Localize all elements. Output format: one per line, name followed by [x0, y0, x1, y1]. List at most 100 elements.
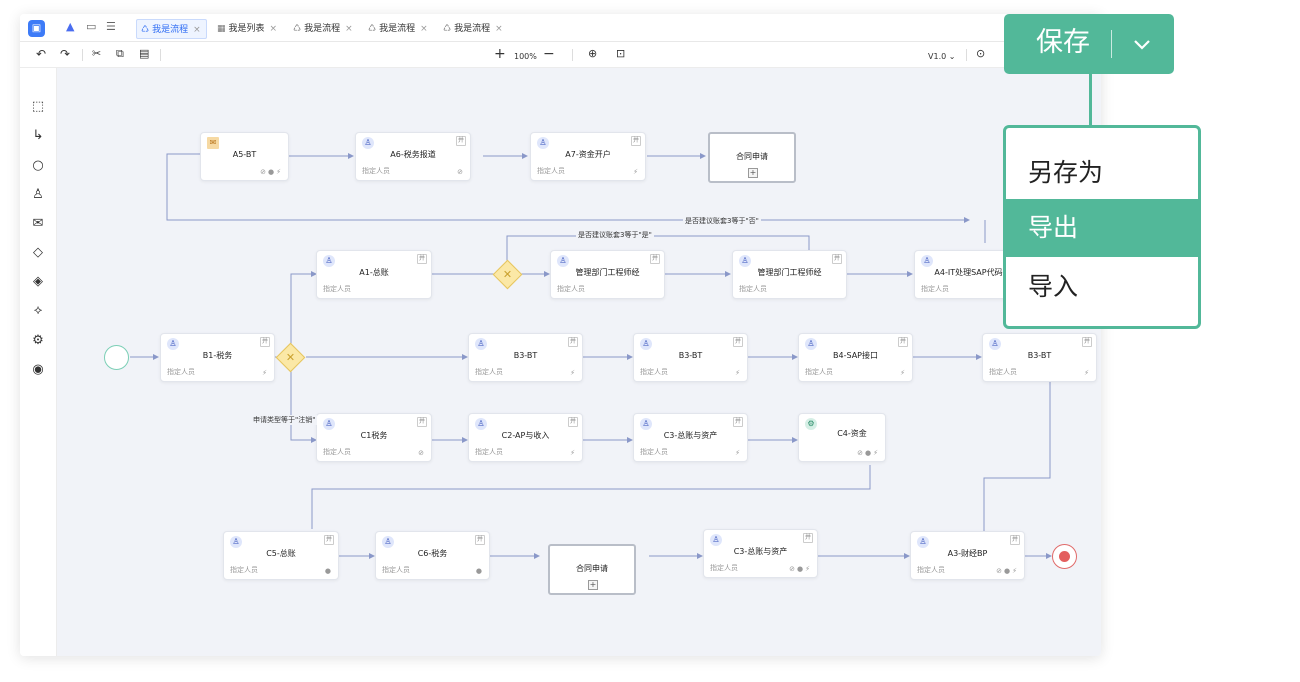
tab-flow-3[interactable]: ♺ 我是流程 ×	[364, 19, 434, 39]
tab-flow-2[interactable]: ♺ 我是流程 ×	[289, 19, 359, 39]
close-icon[interactable]: ×	[420, 24, 428, 34]
node-action-icons[interactable]: ⚡	[262, 369, 269, 377]
node-action-icons[interactable]: ⊘	[418, 449, 426, 457]
undo-icon[interactable]: ↶	[36, 47, 46, 61]
node-action-icons[interactable]: ⚡	[633, 168, 640, 176]
task-node-b1[interactable]: ♙ 并 B1-税务 指定人员 ⚡	[160, 333, 275, 382]
node-assignee: 指定人员	[917, 566, 945, 574]
start-event[interactable]	[104, 345, 129, 370]
task-node-a5[interactable]: ✉ A5-BT ⊘●⚡	[200, 132, 289, 181]
task-node-a3[interactable]: ♙ 并 A3-财经BP 指定人员 ⊘●⚡	[910, 531, 1025, 580]
paste-icon[interactable]: ▤	[139, 47, 149, 61]
task-node-a1[interactable]: ♙ 并 A1-总账 指定人员	[316, 250, 432, 299]
fit-screen-icon[interactable]: ⊡	[616, 47, 625, 61]
node-assignee: 指定人员	[989, 368, 1017, 376]
node-title: A5-BT	[232, 150, 257, 159]
task-node-b4[interactable]: ♙ 并 B4-SAP接口 指定人员 ⚡	[798, 333, 913, 382]
user-task-icon[interactable]: ♙	[29, 186, 47, 204]
node-action-icons[interactable]: ⚡	[1084, 369, 1091, 377]
end-event-icon[interactable]: ◉	[29, 361, 47, 379]
parallel-badge: 并	[416, 417, 427, 427]
zoom-in-icon[interactable]: +	[494, 47, 506, 61]
user-icon: ♙	[362, 137, 374, 149]
version-select[interactable]: V1.0 ⌄	[928, 50, 955, 64]
task-node-b3-c[interactable]: ♙ 并 B3-BT 指定人员 ⚡	[982, 333, 1097, 382]
node-assignee: 指定人员	[475, 448, 503, 456]
circle-tool-icon[interactable]: ○	[29, 157, 47, 175]
node-action-icons[interactable]: ●	[476, 567, 484, 575]
task-node-a7[interactable]: ♙ 并 A7-资金开户 指定人员 ⚡	[530, 132, 646, 181]
menu-item-export[interactable]: 导出	[1006, 199, 1198, 257]
cut-icon[interactable]: ✂	[92, 47, 101, 61]
task-node-c2[interactable]: ♙ 并 C2-AP与收入 指定人员 ⚡	[468, 413, 583, 462]
close-icon[interactable]: ×	[193, 25, 201, 35]
preview-icon[interactable]: ⊙	[976, 47, 985, 61]
close-icon[interactable]: ×	[345, 24, 353, 34]
node-action-icons[interactable]: ⚡	[570, 449, 577, 457]
node-action-icons[interactable]: ⊘●⚡	[789, 565, 812, 573]
connector-tool-icon[interactable]: ↳	[29, 127, 47, 145]
node-assignee: 指定人员	[323, 285, 351, 293]
menu-item-save-as[interactable]: 另存为	[1006, 144, 1198, 202]
user-icon: ♙	[230, 536, 242, 548]
task-node-c1[interactable]: ♙ 并 C1税务 指定人员 ⊘	[316, 413, 432, 462]
tab-list[interactable]: ▦ 我是列表 ×	[213, 19, 283, 39]
user-icon: ♙	[805, 338, 817, 350]
chevron-down-icon[interactable]	[1130, 32, 1154, 56]
rocket-icon[interactable]: ▲	[66, 21, 74, 33]
node-action-icons[interactable]: ●	[325, 567, 333, 575]
exclusive-gateway-icon[interactable]: ⟡	[29, 302, 47, 320]
close-icon[interactable]: ×	[270, 24, 278, 34]
select-tool-icon[interactable]: ⬚	[29, 98, 47, 116]
task-node-c5[interactable]: ♙ 并 C5-总账 指定人员 ●	[223, 531, 339, 580]
flow-canvas[interactable]: ✉ A5-BT ⊘●⚡ ♙ 并 A6-税务报道 指定人员 ⊘ ♙ 并 A7-资金…	[57, 68, 1101, 656]
folder-icon[interactable]: ▭	[86, 21, 96, 33]
locate-icon[interactable]: ⊕	[588, 47, 597, 61]
copy-icon[interactable]: ⧉	[116, 47, 124, 61]
end-event[interactable]	[1052, 544, 1077, 569]
parallel-badge: 并	[897, 337, 908, 347]
task-node-c6[interactable]: ♙ 并 C6-税务 指定人员 ●	[375, 531, 490, 580]
node-title: 管理部门工程师经	[757, 268, 822, 277]
task-node-manager-2[interactable]: ♙ 并 管理部门工程师经 指定人员	[732, 250, 847, 299]
task-node-a4[interactable]: ♙ A4-IT处理SAP代码 指定人员	[914, 250, 1009, 299]
version-label: V1.0	[928, 52, 947, 61]
node-action-icons[interactable]: ⊘●⚡	[996, 567, 1019, 575]
node-action-icons[interactable]: ⚡	[735, 369, 742, 377]
node-action-icons[interactable]: ⚡	[570, 369, 577, 377]
task-node-b3-a[interactable]: ♙ 并 B3-BT 指定人员 ⚡	[468, 333, 583, 382]
task-node-b3-b[interactable]: ♙ 并 B3-BT 指定人员 ⚡	[633, 333, 748, 382]
task-node-c4[interactable]: ⚙ C4-资金 ⊘●⚡	[798, 413, 886, 462]
node-assignee: 指定人员	[805, 368, 833, 376]
close-icon[interactable]: ×	[495, 24, 503, 34]
toolbar: ↶ ↷ ✂ ⧉ ▤ + 100% − ⊕ ⊡ V1.0 ⌄ ⊙	[20, 42, 1101, 68]
task-node-c3-a[interactable]: ♙ 并 C3-总账与资产 指定人员 ⚡	[633, 413, 748, 462]
subprocess-title: 合同申请	[736, 152, 768, 161]
toolbar-divider	[160, 49, 161, 61]
task-node-manager-1[interactable]: ♙ 并 管理部门工程师经 指定人员	[550, 250, 665, 299]
flow-icon: ♺	[443, 24, 452, 34]
save-button[interactable]: 保存	[1004, 14, 1174, 74]
gear-icon[interactable]: ⚙	[29, 332, 47, 350]
subprocess-contract-1[interactable]: 合同申请 +	[708, 132, 796, 183]
node-action-icons[interactable]: ⊘●⚡	[260, 168, 283, 176]
menu-item-import[interactable]: 导入	[1006, 258, 1198, 316]
node-action-icons[interactable]: ⊘	[457, 168, 465, 176]
expand-icon[interactable]: +	[588, 580, 598, 590]
node-assignee: 指定人员	[167, 368, 195, 376]
subprocess-contract-2[interactable]: 合同申请 +	[548, 544, 636, 595]
zoom-out-icon[interactable]: −	[543, 47, 555, 61]
mail-task-icon[interactable]: ✉	[29, 215, 47, 233]
parallel-gateway-icon[interactable]: ◈	[29, 273, 47, 291]
tab-flow-4[interactable]: ♺ 我是流程 ×	[439, 19, 509, 39]
redo-icon[interactable]: ↷	[60, 47, 70, 61]
gateway-icon[interactable]: ◇	[29, 244, 47, 262]
task-node-c3-b[interactable]: ♙ 并 C3-总账与资产 指定人员 ⊘●⚡	[703, 529, 818, 578]
node-action-icons[interactable]: ⚡	[900, 369, 907, 377]
node-action-icons[interactable]: ⚡	[735, 449, 742, 457]
menu-icon[interactable]: ☰	[106, 21, 116, 33]
node-action-icons[interactable]: ⊘●⚡	[857, 449, 880, 457]
task-node-a6[interactable]: ♙ 并 A6-税务报道 指定人员 ⊘	[355, 132, 471, 181]
tab-flow-1[interactable]: ♺ 我是流程 ×	[136, 19, 207, 39]
expand-icon[interactable]: +	[748, 168, 758, 178]
